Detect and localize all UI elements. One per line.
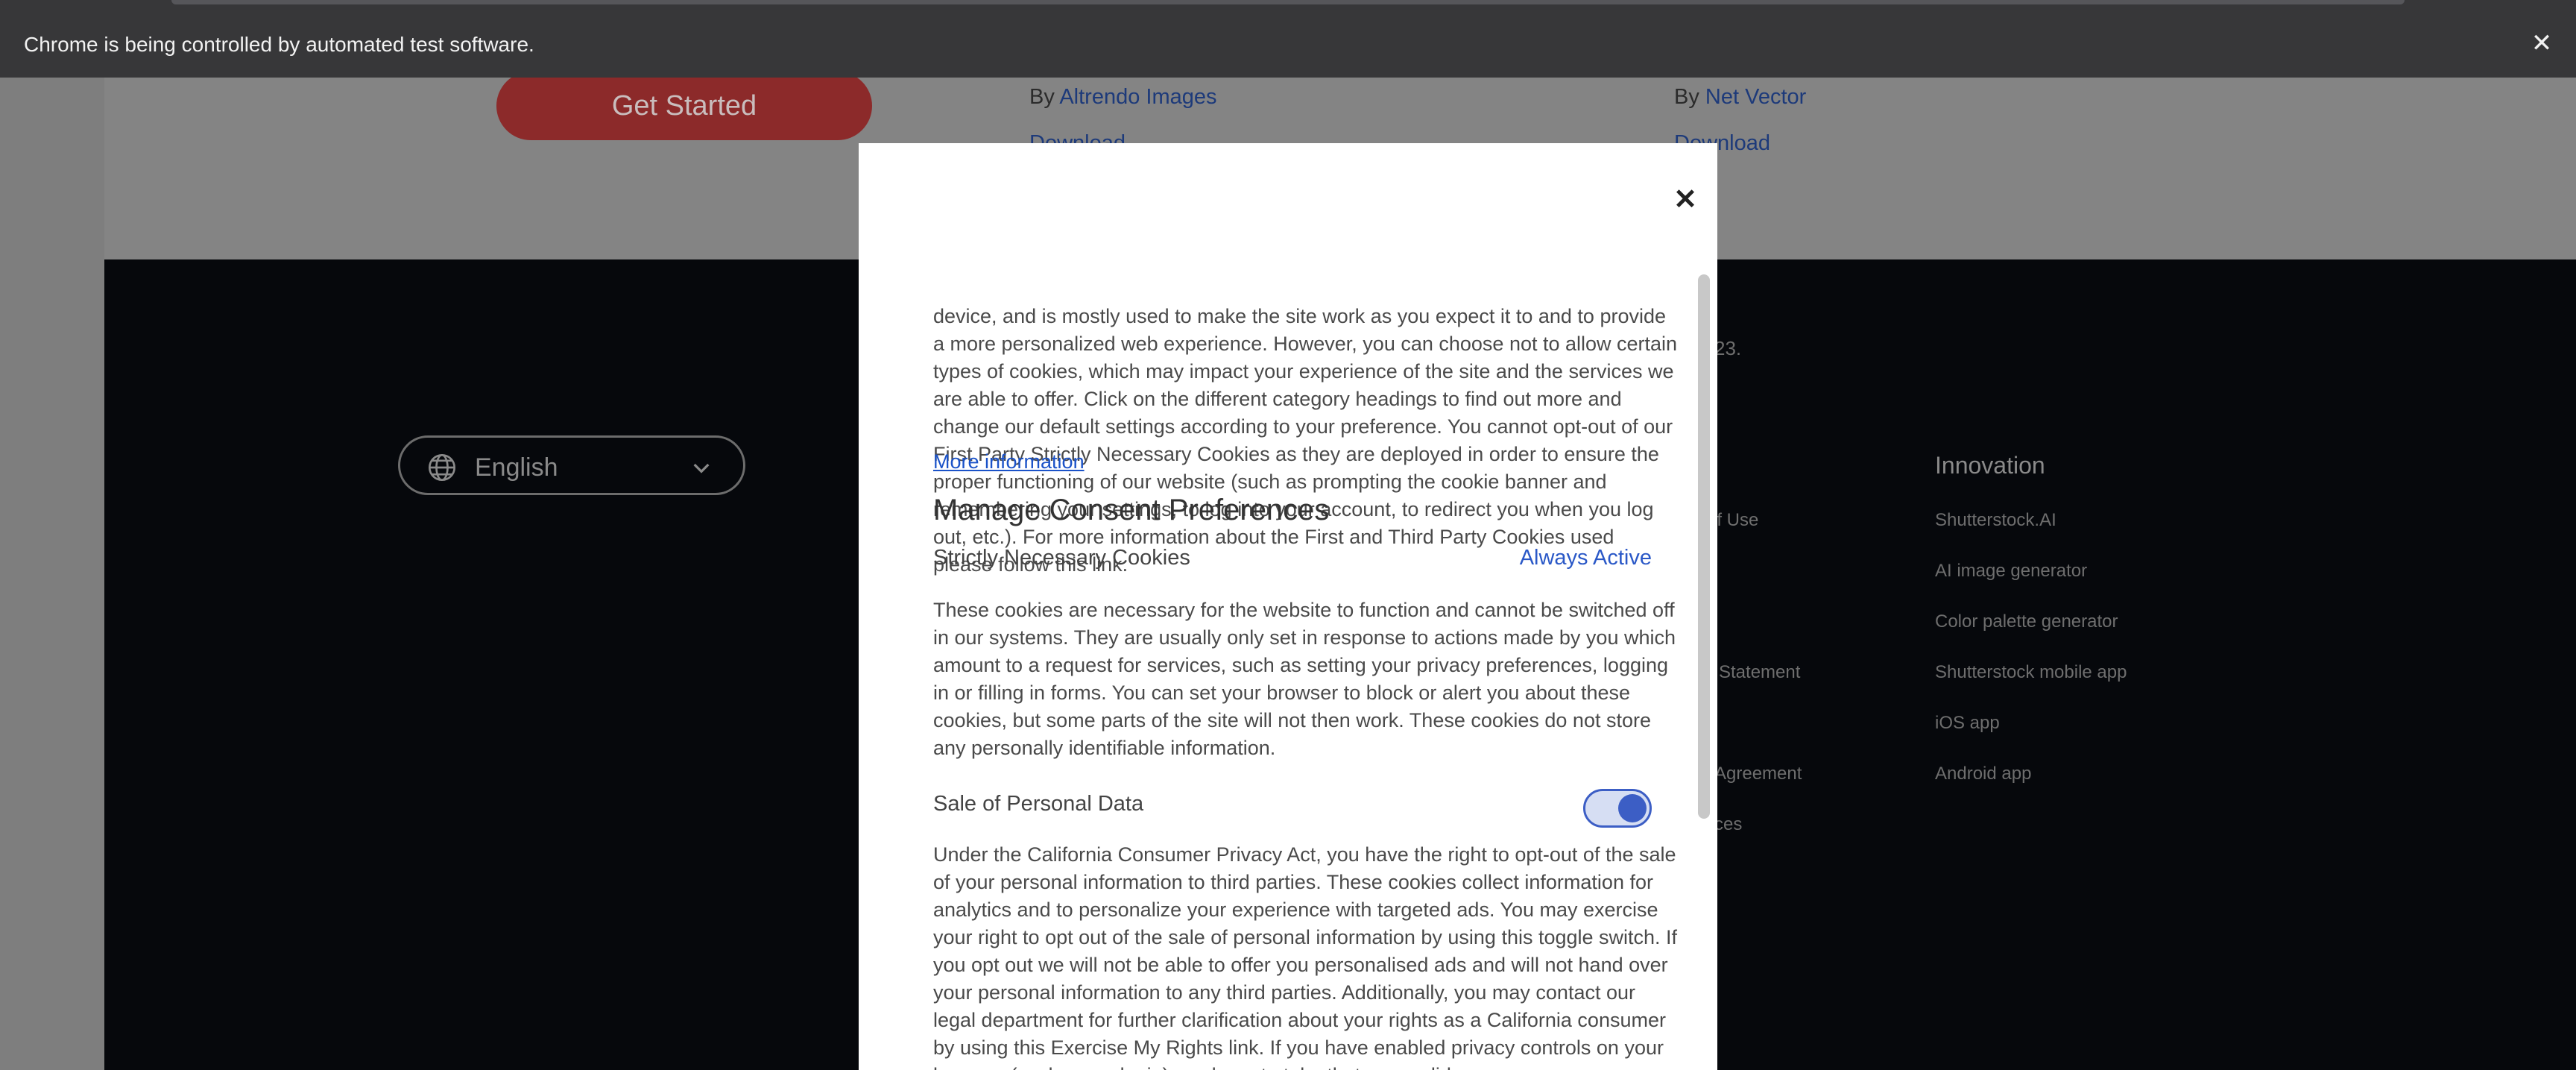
innovation-heading: Innovation: [1935, 452, 2045, 479]
tab-strip-edge: [171, 0, 2405, 4]
footer-link-services[interactable]: ces: [1714, 814, 1742, 835]
get-started-button[interactable]: Get Started: [496, 72, 872, 140]
always-active-badge: Always Active: [1519, 546, 1652, 570]
sale-of-data-toggle[interactable]: [1583, 789, 1652, 828]
author-link-1[interactable]: Altrendo Images: [1059, 85, 1216, 109]
infobar-message: Chrome is being controlled by automated …: [24, 33, 534, 56]
globe-icon: [429, 454, 455, 481]
sale-of-data-description: Under the California Consumer Privacy Ac…: [933, 843, 1678, 1070]
footer-link-agreement[interactable]: Agreement: [1714, 764, 1802, 784]
language-selector[interactable]: English: [398, 435, 745, 495]
footer-link-ai-image-generator[interactable]: AI image generator: [1935, 561, 2087, 582]
footer-link-android-app[interactable]: Android app: [1935, 764, 2031, 784]
footer-link-mobile-app[interactable]: Shutterstock mobile app: [1935, 662, 2127, 683]
close-dialog-icon[interactable]: ✕: [1670, 185, 1700, 215]
chevron-down-icon: [693, 463, 710, 473]
strictly-necessary-title[interactable]: Strictly Necessary Cookies: [933, 546, 1190, 570]
footer-link-statement[interactable]: Statement: [1719, 662, 1800, 683]
author-link-2[interactable]: Net Vector: [1705, 85, 1806, 109]
consent-preferences-heading: Manage Consent Preferences: [933, 494, 1330, 526]
byline-1: By Altrendo Images: [1029, 85, 1216, 110]
scrollbar-thumb[interactable]: [1698, 274, 1710, 819]
more-information-link[interactable]: More information: [933, 450, 1085, 473]
byline-prefix: By: [1029, 85, 1055, 109]
copyright-fragment: 23.: [1714, 337, 1742, 359]
footer-link-ios-app[interactable]: iOS app: [1935, 713, 2000, 734]
page-margin: [0, 259, 104, 1070]
dialog-scrollbar[interactable]: [1695, 262, 1714, 1070]
byline-2: By Net Vector: [1674, 85, 1806, 110]
language-label: English: [475, 453, 558, 482]
footer-link-color-palette[interactable]: Color palette generator: [1935, 611, 2118, 632]
footer-link-shutterstock-ai[interactable]: Shutterstock.AI: [1935, 510, 2056, 531]
sale-of-data-title[interactable]: Sale of Personal Data: [933, 792, 1143, 816]
cookie-preferences-dialog: ✕ device, and is mostly used to make the…: [859, 143, 1717, 1070]
automation-infobar: Chrome is being controlled by automated …: [0, 0, 2576, 78]
byline-prefix: By: [1674, 85, 1699, 109]
toggle-knob: [1618, 794, 1647, 822]
strictly-necessary-description: These cookies are necessary for the webs…: [933, 599, 1676, 759]
intro-text-container: device, and is mostly used to make the s…: [933, 303, 1690, 586]
infobar-close-icon[interactable]: ✕: [2528, 30, 2555, 57]
intro-text: device, and is mostly used to make the s…: [933, 305, 1678, 576]
